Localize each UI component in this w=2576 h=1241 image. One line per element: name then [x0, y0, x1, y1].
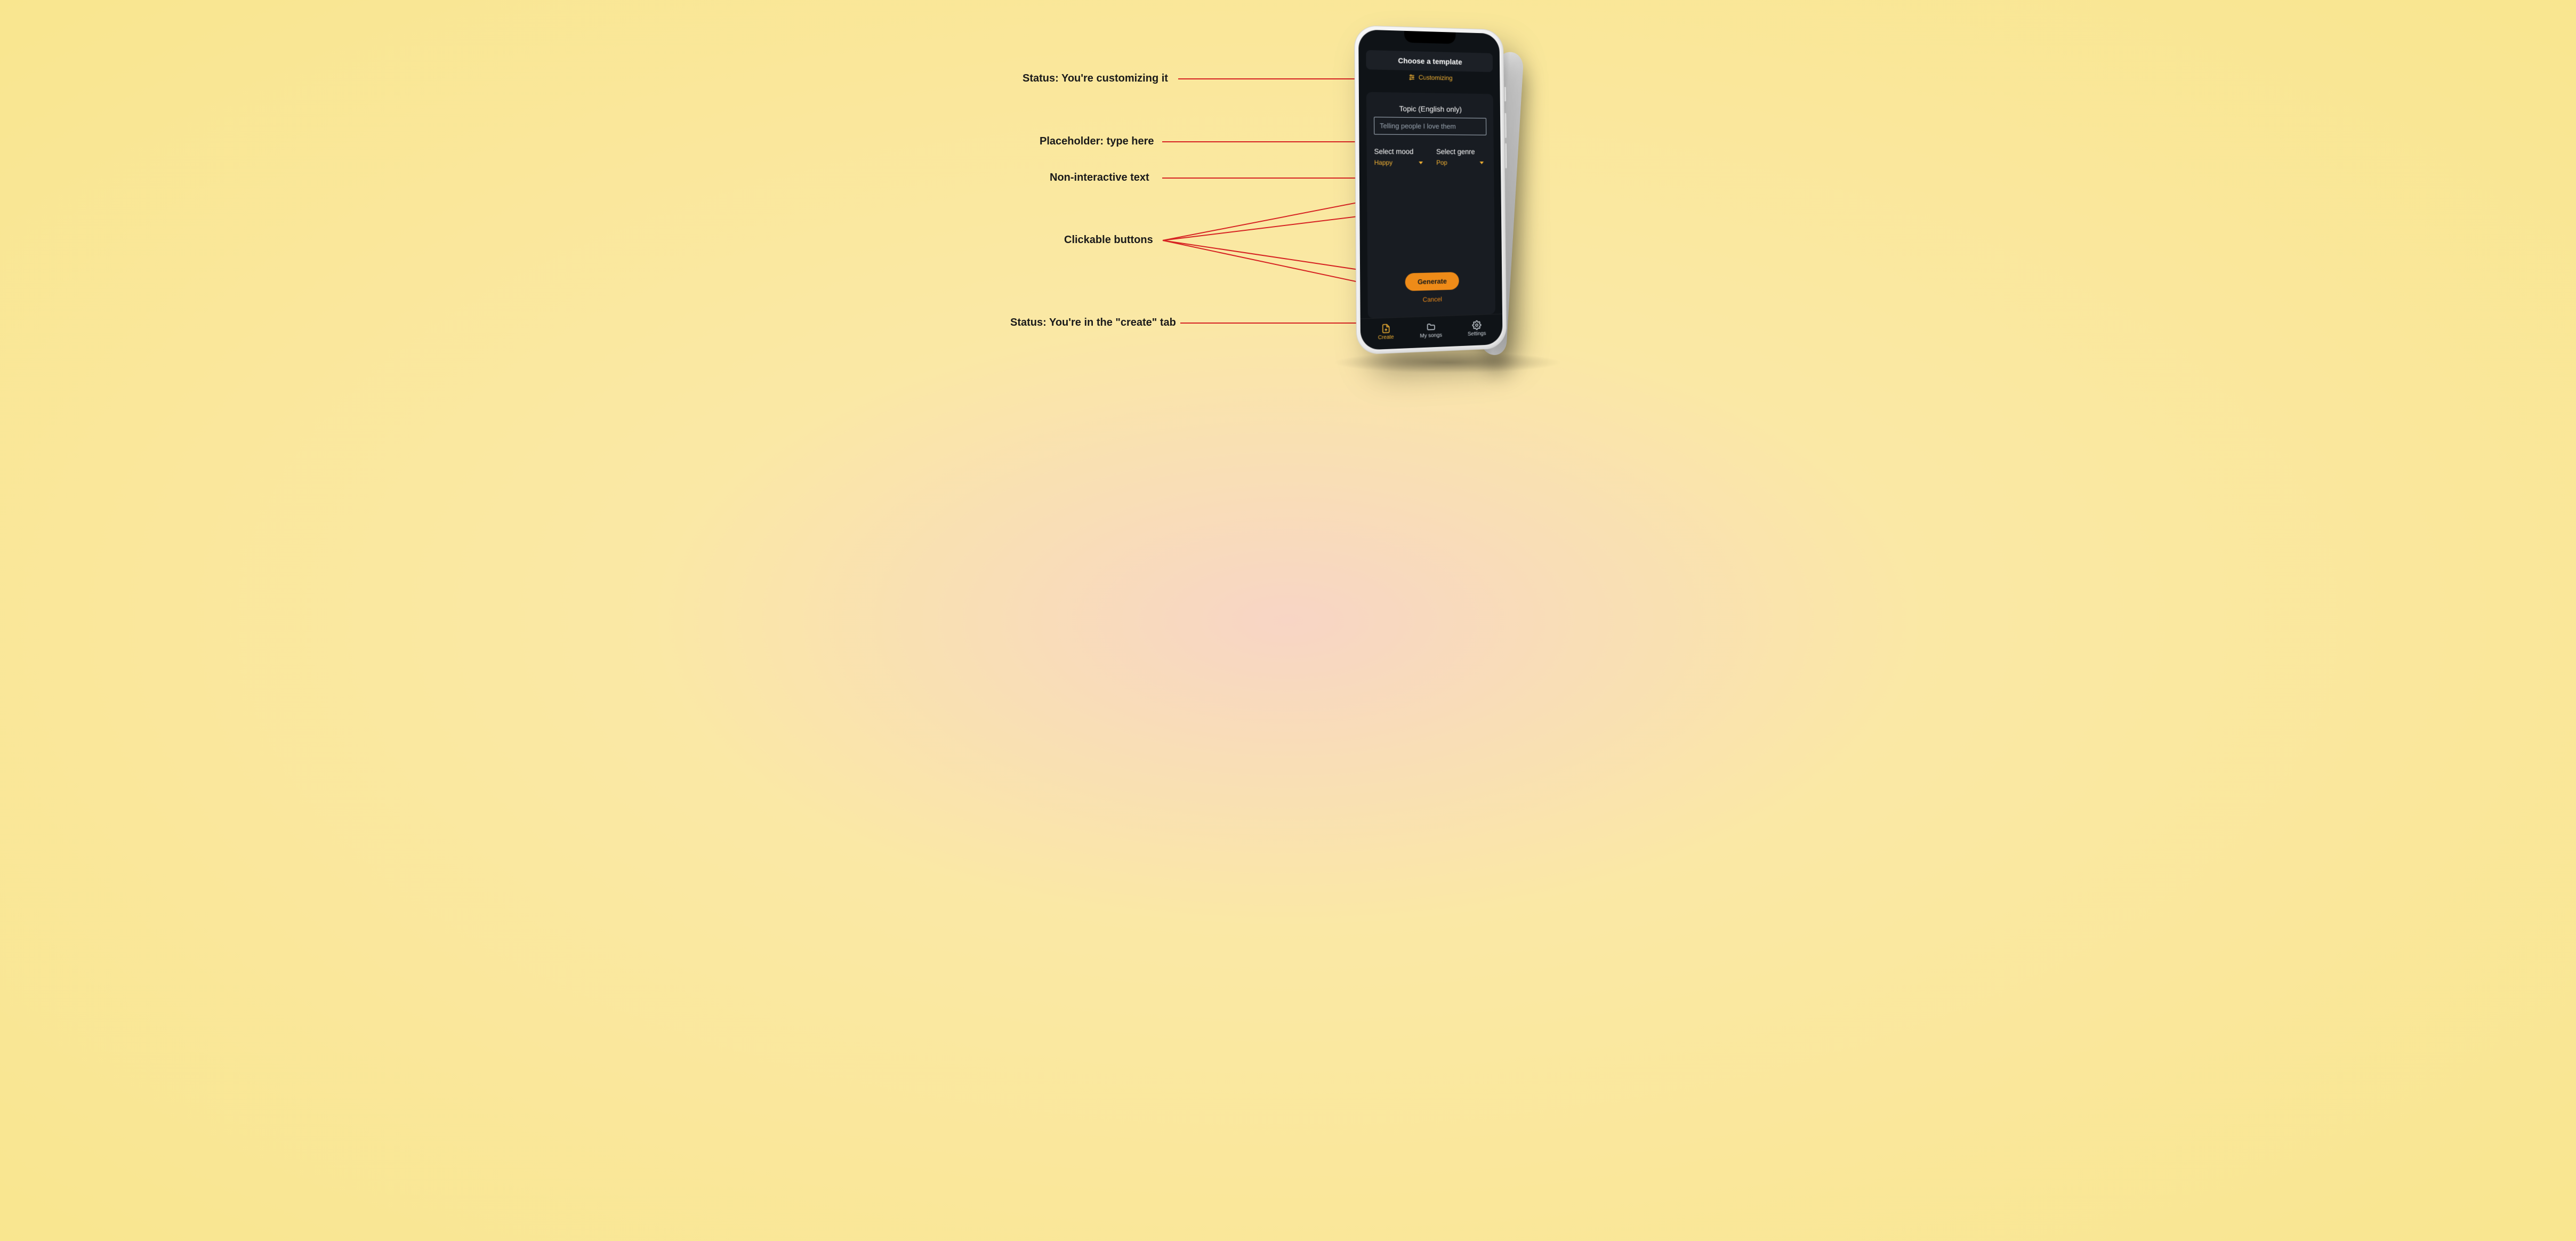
annotation-line: [1180, 323, 1375, 324]
chevron-down-icon: [1480, 162, 1484, 164]
phone-side-button: [1504, 87, 1506, 101]
mood-select-value: Happy: [1374, 159, 1392, 166]
genre-select-label: Select genre: [1436, 148, 1487, 156]
tab-bar: Create My songs: [1361, 313, 1503, 350]
annotation-status-customizing: Status: You're customizing it: [1023, 72, 1168, 85]
tab-settings[interactable]: Settings: [1468, 320, 1486, 337]
phone-side-button: [1504, 113, 1507, 138]
choose-template-button[interactable]: Choose a template: [1366, 50, 1493, 72]
sliders-icon: [1408, 74, 1415, 81]
phone-screen: Choose a template Customizing: [1358, 29, 1503, 350]
tab-create[interactable]: Create: [1378, 324, 1394, 341]
topic-input[interactable]: [1374, 117, 1486, 135]
annotation-status-create-tab: Status: You're in the "create" tab: [1010, 317, 1176, 329]
phone-side-button: [1504, 143, 1507, 168]
annotation-line: [1162, 141, 1386, 142]
tab-create-label: Create: [1378, 334, 1394, 341]
customize-panel: Topic (English only) Select mood Happy S…: [1366, 92, 1495, 319]
generate-button[interactable]: Generate: [1405, 272, 1459, 291]
generate-button-label: Generate: [1418, 277, 1447, 286]
tab-settings-label: Settings: [1468, 331, 1486, 337]
phone-notch: [1404, 31, 1456, 44]
file-plus-icon: [1381, 324, 1391, 334]
mood-select-label: Select mood: [1374, 148, 1426, 156]
phone-mockup: Choose a template Customizing: [1354, 27, 1535, 368]
annotation-placeholder: Placeholder: type here: [1040, 135, 1154, 148]
annotation-noninteractive: Non-interactive text: [1050, 172, 1149, 184]
customizing-status: Customizing: [1366, 69, 1493, 84]
tab-my-songs-label: My songs: [1420, 332, 1442, 339]
tab-my-songs[interactable]: My songs: [1420, 321, 1442, 339]
gear-icon: [1472, 320, 1481, 331]
annotation-clickable: Clickable buttons: [1064, 234, 1153, 246]
folder-icon: [1426, 322, 1436, 332]
annotation-line: [1162, 178, 1385, 179]
